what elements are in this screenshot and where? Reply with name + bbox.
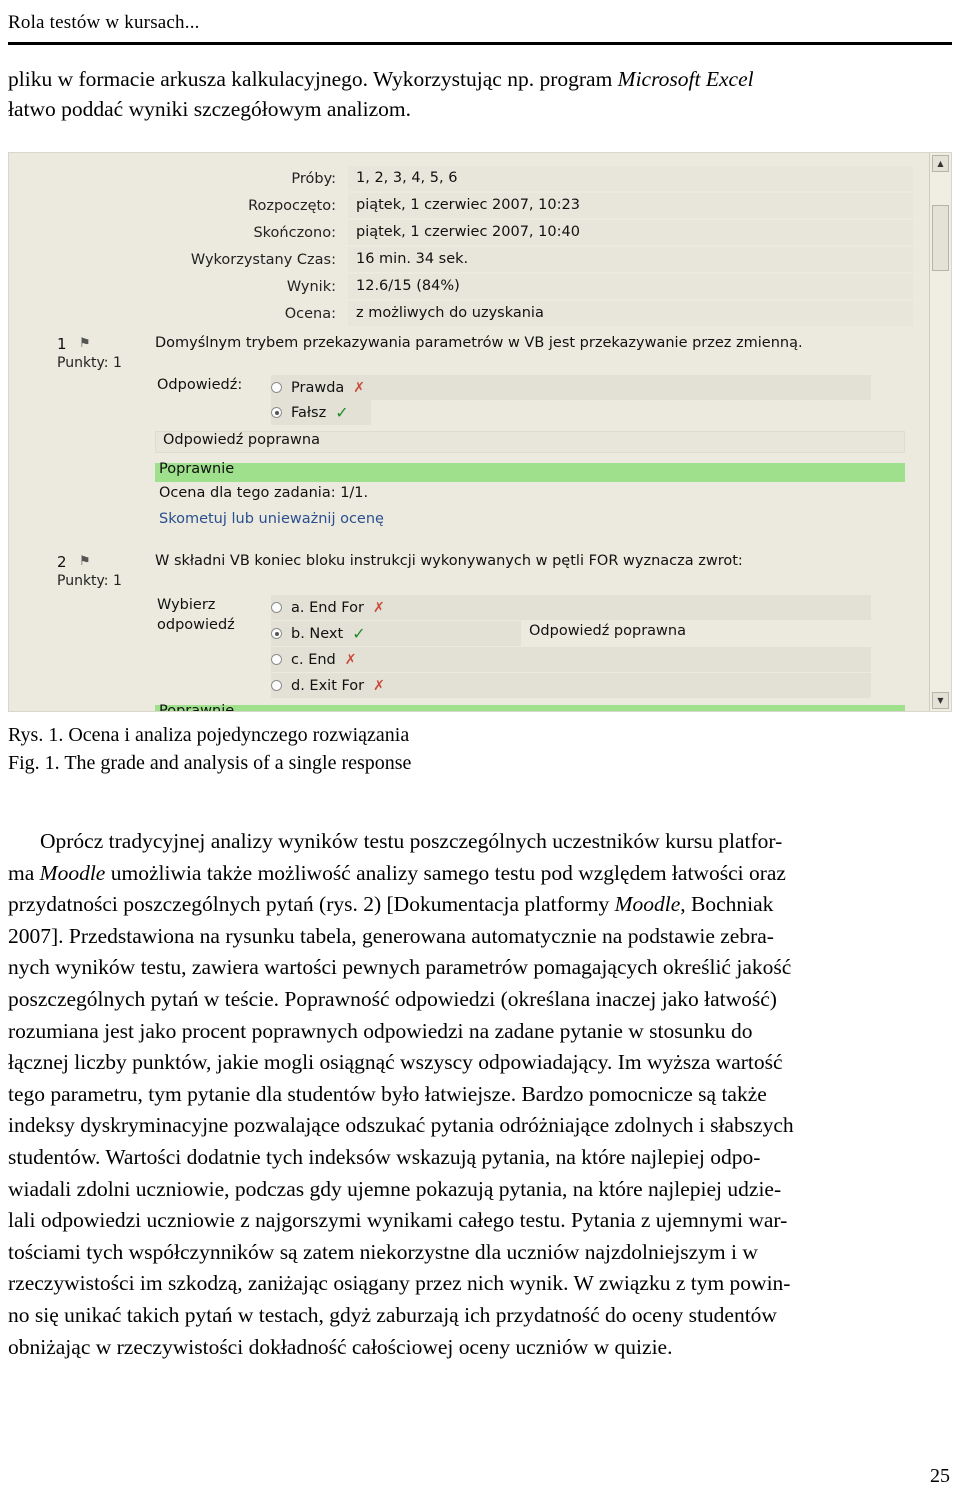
summary-label: Próby: xyxy=(291,170,336,187)
cross-icon: ✗ xyxy=(372,599,385,616)
correct-answer-label: Odpowiedź poprawna xyxy=(163,432,320,448)
summary-row: Próby: 1, 2, 3, 4, 5, 6 xyxy=(83,165,913,192)
answer-label-line2: odpowiedź xyxy=(157,617,235,633)
para-line-8: łącznej liczby punktów, jakie mogli osią… xyxy=(8,1050,783,1075)
para-line-11: studentów. Wartości dodatnie tych indeks… xyxy=(8,1144,761,1169)
para-line-17: obniżając w rzeczywistości dokładność ca… xyxy=(8,1334,673,1359)
radio-icon-selected[interactable] xyxy=(271,628,282,639)
para-line-1: Oprócz tradycyjnej analizy wyników testu… xyxy=(40,829,783,853)
summary-row: Wynik: 12.6/15 (84%) xyxy=(83,273,913,300)
summary-value: piątek, 1 czerwiec 2007, 10:40 xyxy=(348,220,913,245)
summary-row: Skończono: piątek, 1 czerwiec 2007, 10:4… xyxy=(83,219,913,246)
radio-icon-selected[interactable] xyxy=(271,407,282,418)
para-line-10: indeksy dyskryminacyjne pozwalające odsz… xyxy=(8,1113,794,1138)
summary-label: Skończono: xyxy=(253,224,336,241)
para-line-15: rzeczywistości im szkodzą, zaniżając osi… xyxy=(8,1271,791,1296)
check-icon: ✓ xyxy=(335,403,349,422)
scroll-up-icon[interactable]: ▲ xyxy=(932,155,949,172)
summary-row: Wykorzystany Czas: 16 min. 34 sek. xyxy=(83,246,913,273)
feedback-bar xyxy=(155,705,905,711)
running-head: Rola testów w kursach... xyxy=(8,12,200,33)
radio-icon[interactable] xyxy=(271,602,282,613)
option-row-selected[interactable]: Fałsz ✓ xyxy=(271,400,349,425)
para-line-16: no się unikać takich pytań w testach, gd… xyxy=(8,1302,777,1327)
summary-value: z możliwych do uzyskania xyxy=(348,301,913,326)
option-row-selected[interactable]: b. Next ✓ xyxy=(271,621,366,646)
radio-icon[interactable] xyxy=(271,680,282,691)
feedback-bar xyxy=(155,463,905,482)
summary-value: 12.6/15 (84%) xyxy=(348,274,913,299)
answer-label: Odpowiedź: xyxy=(157,377,243,393)
para-line-13: lali odpowiedzi uczniowie z najgorszymi … xyxy=(8,1208,788,1233)
option-label: a. End For xyxy=(291,599,364,616)
cross-icon: ✗ xyxy=(373,677,385,694)
summary-value: 1, 2, 3, 4, 5, 6 xyxy=(348,166,913,191)
cross-icon: ✗ xyxy=(344,651,357,668)
para-line-14: tościami tych współczynników są zatem ni… xyxy=(8,1239,758,1264)
para-line-2: ma Moodle umożliwia także możliwość anal… xyxy=(8,860,786,885)
summary-value: piątek, 1 czerwiec 2007, 10:23 xyxy=(348,193,913,218)
para-line-4: 2007]. Przedstawiona na rysunku tabela, … xyxy=(8,923,774,948)
option-row-strip xyxy=(271,647,871,672)
header-rule xyxy=(8,42,952,45)
answer-label-line1: Wybierz xyxy=(157,597,216,613)
question-number: 1 xyxy=(57,335,67,353)
option-label: Prawda xyxy=(291,379,345,396)
page-number: 25 xyxy=(930,1465,950,1487)
feedback-text: Poprawnie xyxy=(159,461,235,477)
figure-screenshot: Próby: 1, 2, 3, 4, 5, 6 Rozpoczęto: piąt… xyxy=(8,152,952,712)
comment-grade-link[interactable]: Skometuj lub unieważnij ocenę xyxy=(159,511,384,527)
question-number: 2 xyxy=(57,553,67,571)
cross-icon: ✗ xyxy=(353,379,366,396)
scrollbar-thumb[interactable] xyxy=(932,205,949,271)
option-row[interactable]: a. End For ✗ xyxy=(271,595,385,620)
radio-icon[interactable] xyxy=(271,382,282,393)
para-line-3: przydatności poszczególnych pytań (rys. … xyxy=(8,892,774,917)
flag-icon[interactable]: ⚑ xyxy=(79,336,91,351)
summary-label: Wynik: xyxy=(286,278,336,295)
figure-caption-pl: Rys. 1. Ocena i analiza pojedynczego roz… xyxy=(8,724,410,746)
intro-paragraph: pliku w formacie arkusza kalkulacyjnego.… xyxy=(8,64,952,124)
scrollbar[interactable]: ▲ ▼ xyxy=(929,153,951,711)
para-line-12: wiadali zdolni uczniowie, podczas gdy uj… xyxy=(8,1176,782,1201)
option-label: c. End xyxy=(291,651,336,668)
para-line-7: rozumiana jest jako procent poprawnych o… xyxy=(8,1018,753,1043)
summary-label: Wykorzystany Czas: xyxy=(190,251,336,268)
summary-row: Rozpoczęto: piątek, 1 czerwiec 2007, 10:… xyxy=(83,192,913,219)
document-page: Rola testów w kursach... pliku w formaci… xyxy=(0,0,960,1504)
flag-icon[interactable]: ⚑ xyxy=(79,554,91,569)
intro-line-2: łatwo poddać wyniki szczegółowym analizo… xyxy=(8,97,412,121)
screenshot-content: Próby: 1, 2, 3, 4, 5, 6 Rozpoczęto: piąt… xyxy=(9,153,951,711)
question-text: W składni VB koniec bloku instrukcji wyk… xyxy=(155,553,743,569)
option-label: Fałsz xyxy=(291,404,327,421)
question-grade: Ocena dla tego zadania: 1/1. xyxy=(159,485,369,501)
radio-icon[interactable] xyxy=(271,654,282,665)
main-paragraph: Oprócz tradycyjnej analizy wyników testu… xyxy=(8,826,952,1363)
intro-line-1: pliku w formacie arkusza kalkulacyjnego.… xyxy=(8,67,754,91)
summary-value: 16 min. 34 sek. xyxy=(348,247,913,272)
para-line-5: nych wyników testu, zawiera wartości pew… xyxy=(8,955,792,980)
summary-row: Ocena: z możliwych do uzyskania xyxy=(83,300,913,327)
option-row[interactable]: Prawda ✗ xyxy=(271,375,365,400)
correct-answer-label: Odpowiedź poprawna xyxy=(529,623,686,639)
option-label: d. Exit For xyxy=(291,677,365,694)
para-line-9: tego parametru, tym pytanie dla studentó… xyxy=(8,1081,767,1106)
feedback-text: Poprawnie xyxy=(159,703,235,712)
attempt-summary-table: Próby: 1, 2, 3, 4, 5, 6 Rozpoczęto: piąt… xyxy=(83,165,913,327)
question-points: Punkty: 1 xyxy=(57,355,122,371)
question-points: Punkty: 1 xyxy=(57,573,122,589)
question-text: Domyślnym trybem przekazywania parametró… xyxy=(155,335,803,351)
scroll-down-icon[interactable]: ▼ xyxy=(932,692,949,709)
option-row[interactable]: c. End ✗ xyxy=(271,647,356,672)
summary-label: Rozpoczęto: xyxy=(248,197,336,214)
option-row[interactable]: d. Exit For ✗ xyxy=(271,673,385,698)
check-icon: ✓ xyxy=(352,624,366,643)
option-label: b. Next xyxy=(291,625,344,642)
para-line-6: poszczególnych pytań w teście. Poprawnoś… xyxy=(8,986,777,1011)
summary-label: Ocena: xyxy=(284,305,336,322)
figure-caption-en: Fig. 1. The grade and analysis of a sing… xyxy=(8,752,412,774)
